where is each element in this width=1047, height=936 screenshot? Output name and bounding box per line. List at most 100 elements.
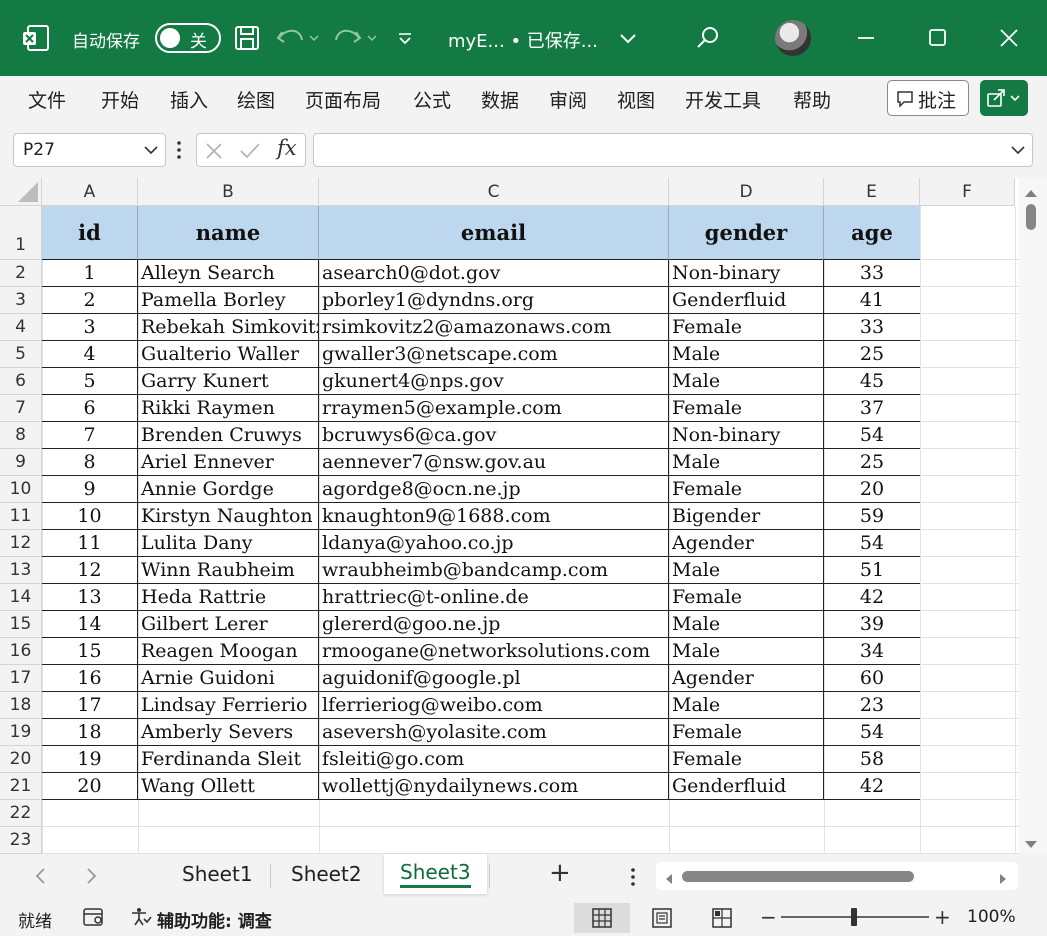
- table-cell[interactable]: aennever7@nsw.gov.au: [319, 449, 669, 476]
- tab-draw[interactable]: 绘图: [237, 86, 275, 113]
- table-cell[interactable]: 25: [824, 341, 920, 368]
- table-cell[interactable]: Male: [669, 638, 824, 665]
- table-cell[interactable]: Garry Kunert: [138, 368, 319, 395]
- row-header[interactable]: 23: [0, 827, 42, 854]
- table-cell[interactable]: 37: [824, 395, 920, 422]
- table-cell[interactable]: Male: [669, 557, 824, 584]
- row-header[interactable]: 22: [0, 800, 42, 827]
- table-cell[interactable]: Male: [669, 368, 824, 395]
- table-cell[interactable]: 20: [824, 476, 920, 503]
- tab-insert[interactable]: 插入: [170, 86, 208, 113]
- page-break-view-button[interactable]: [694, 903, 750, 933]
- normal-view-button[interactable]: [574, 903, 630, 933]
- avatar[interactable]: [775, 20, 811, 56]
- row-header[interactable]: 8: [0, 422, 42, 449]
- table-cell[interactable]: 60: [824, 665, 920, 692]
- row-header[interactable]: 1: [0, 206, 42, 260]
- table-cell[interactable]: 45: [824, 368, 920, 395]
- page-layout-view-button[interactable]: [634, 903, 690, 933]
- row-header[interactable]: 13: [0, 557, 42, 584]
- redo-icon[interactable]: [334, 22, 380, 54]
- sheet-tab[interactable]: Sheet2: [291, 862, 362, 886]
- tab-formulas[interactable]: 公式: [413, 86, 451, 113]
- accessibility-status[interactable]: 辅助功能: 调查: [157, 907, 272, 932]
- row-header[interactable]: 11: [0, 503, 42, 530]
- table-cell[interactable]: Brenden Cruwys: [138, 422, 319, 449]
- table-cell[interactable]: 2: [42, 287, 138, 314]
- column-header[interactable]: E: [824, 178, 920, 206]
- table-cell[interactable]: 9: [42, 476, 138, 503]
- row-header[interactable]: 4: [0, 314, 42, 341]
- column-header[interactable]: F: [920, 178, 1015, 206]
- maximize-icon[interactable]: [928, 22, 948, 54]
- horizontal-scroll-thumb[interactable]: [682, 871, 914, 882]
- add-sheet-button[interactable]: +: [549, 858, 571, 888]
- table-cell[interactable]: Annie Gordge: [138, 476, 319, 503]
- table-cell[interactable]: 54: [824, 719, 920, 746]
- table-cell[interactable]: 39: [824, 611, 920, 638]
- table-cell[interactable]: ldanya@yahoo.co.jp: [319, 530, 669, 557]
- table-cell[interactable]: gwaller3@netscape.com: [319, 341, 669, 368]
- table-cell[interactable]: glererd@goo.ne.jp: [319, 611, 669, 638]
- table-cell[interactable]: Female: [669, 395, 824, 422]
- table-cell[interactable]: lferrieriog@weibo.com: [319, 692, 669, 719]
- zoom-slider-thumb[interactable]: [851, 908, 857, 926]
- minimize-icon[interactable]: [856, 22, 876, 54]
- row-header[interactable]: 19: [0, 719, 42, 746]
- search-icon[interactable]: [696, 22, 722, 54]
- table-cell[interactable]: asearch0@dot.gov: [319, 260, 669, 287]
- scroll-down-icon[interactable]: [1023, 836, 1039, 854]
- table-cell[interactable]: Rikki Raymen: [138, 395, 319, 422]
- table-cell[interactable]: 59: [824, 503, 920, 530]
- row-header[interactable]: 10: [0, 476, 42, 503]
- scroll-right-icon[interactable]: [998, 870, 1008, 889]
- insert-function-icon[interactable]: fx: [277, 136, 297, 160]
- row-header[interactable]: 18: [0, 692, 42, 719]
- table-cell[interactable]: Alleyn Search: [138, 260, 319, 287]
- table-cell[interactable]: 7: [42, 422, 138, 449]
- table-cell[interactable]: 16: [42, 665, 138, 692]
- zoom-level[interactable]: 100%: [967, 907, 1016, 927]
- table-cell[interactable]: fsleiti@go.com: [319, 746, 669, 773]
- table-cell[interactable]: Agender: [669, 530, 824, 557]
- table-cell[interactable]: Reagen Moogan: [138, 638, 319, 665]
- column-header[interactable]: D: [669, 178, 824, 206]
- table-cell[interactable]: bcruwys6@ca.gov: [319, 422, 669, 449]
- chevron-down-icon[interactable]: [143, 142, 159, 162]
- table-cell[interactable]: aguidonif@google.pl: [319, 665, 669, 692]
- row-header[interactable]: 16: [0, 638, 42, 665]
- macro-recording-icon[interactable]: [82, 907, 106, 931]
- table-cell[interactable]: agordge8@ocn.ne.jp: [319, 476, 669, 503]
- table-cell[interactable]: Genderfluid: [669, 287, 824, 314]
- table-cell[interactable]: Female: [669, 584, 824, 611]
- scroll-left-icon[interactable]: [664, 870, 674, 889]
- table-cell[interactable]: 18: [42, 719, 138, 746]
- row-header[interactable]: 21: [0, 773, 42, 800]
- tab-data[interactable]: 数据: [481, 86, 519, 113]
- share-button[interactable]: [980, 80, 1028, 116]
- save-icon[interactable]: [234, 22, 260, 54]
- table-cell[interactable]: Male: [669, 449, 824, 476]
- table-cell[interactable]: 1: [42, 260, 138, 287]
- sheet-tab-active[interactable]: Sheet3: [384, 854, 487, 894]
- table-cell[interactable]: Rebekah Simkovitz: [138, 314, 319, 341]
- table-cell[interactable]: Kirstyn Naughton: [138, 503, 319, 530]
- table-cell[interactable]: 34: [824, 638, 920, 665]
- row-header[interactable]: 17: [0, 665, 42, 692]
- zoom-in-button[interactable]: +: [934, 905, 951, 929]
- row-header[interactable]: 2: [0, 260, 42, 287]
- next-sheet-icon[interactable]: [84, 867, 98, 889]
- table-cell[interactable]: Gilbert Lerer: [138, 611, 319, 638]
- table-cell[interactable]: 23: [824, 692, 920, 719]
- cancel-icon[interactable]: [205, 142, 223, 164]
- more-options-icon[interactable]: [176, 140, 182, 164]
- table-cell[interactable]: Winn Raubheim: [138, 557, 319, 584]
- row-header[interactable]: 7: [0, 395, 42, 422]
- table-cell[interactable]: 17: [42, 692, 138, 719]
- enter-check-icon[interactable]: [239, 142, 261, 164]
- table-cell[interactable]: Lindsay Ferrierio: [138, 692, 319, 719]
- table-cell[interactable]: 51: [824, 557, 920, 584]
- autosave-toggle[interactable]: 关: [155, 23, 221, 53]
- vertical-scroll-thumb[interactable]: [1026, 204, 1036, 230]
- customize-quick-access-icon[interactable]: [396, 22, 414, 54]
